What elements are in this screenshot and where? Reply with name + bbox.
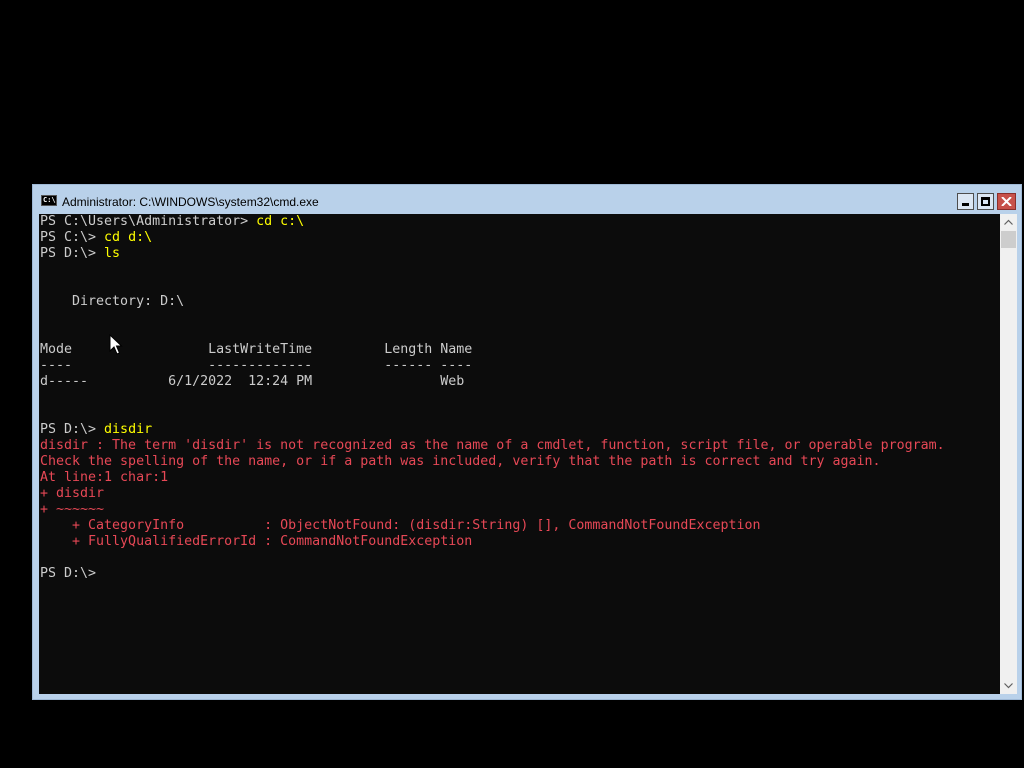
console-command: disdir [104,422,153,437]
console-command: cd c:\ [256,214,305,229]
console-output-line [40,278,945,294]
console-error-line: disdir : The term 'disdir' is not recogn… [40,438,945,453]
console-output-line [40,262,945,278]
console-prompt: PS C:\> [40,230,105,245]
maximize-button[interactable] [977,193,994,210]
window-title: Administrator: C:\WINDOWS\system32\cmd.e… [62,195,319,209]
console-prompt: PS D:\> [40,422,105,437]
scroll-thumb[interactable] [1001,231,1016,248]
console-output-line [40,550,945,566]
console-output-line [40,326,945,342]
vertical-scrollbar[interactable] [1000,214,1017,694]
scroll-down-arrow-icon [1004,683,1013,689]
console-input-line: PS D:\> [40,566,945,582]
console-window[interactable]: C:\ Administrator: C:\WINDOWS\system32\c… [32,184,1022,700]
console-command: cd d:\ [104,230,153,245]
desktop: C:\ Administrator: C:\WINDOWS\system32\c… [0,0,1024,768]
scroll-down-button[interactable] [1000,677,1017,694]
mouse-pointer-icon [109,334,123,355]
console-output-line [40,390,945,406]
scroll-up-button[interactable] [1000,214,1017,231]
console-output-line: Directory: D:\ [40,294,185,309]
title-bar[interactable]: C:\ Administrator: C:\WINDOWS\system32\c… [33,185,1021,214]
console-input-line: PS C:\Users\Administrator> cd c:\ [40,214,945,230]
console-output-line [40,310,945,326]
console-prompt: PS D:\> [40,246,105,261]
console-output-line [40,406,945,422]
close-button[interactable] [997,193,1016,210]
console-prompt: PS D:\> [40,566,105,581]
console-app-icon[interactable]: C:\ [41,195,57,206]
minimize-button[interactable] [957,193,974,210]
console-error-line: At line:1 char:1 [40,470,169,485]
console-error-line: + FullyQualifiedErrorId : CommandNotFoun… [40,534,473,549]
console-output[interactable]: PS C:\Users\Administrator> cd c:\ PS C:\>… [39,214,1000,694]
console-output-line: Mode LastWriteTime Length Name [40,342,473,357]
console-error-line: + CategoryInfo : ObjectNotFound: (disdir… [40,518,761,533]
close-icon [1001,197,1012,206]
console-error-line: + ~~~~~~ [40,502,105,517]
console-output-line: d----- 6/1/2022 12:24 PM Web [40,374,465,389]
console-error-line: + disdir [40,486,105,501]
console-output-line: ---- ------------- ------ ---- [40,358,473,373]
console-input-line: PS C:\> cd d:\ [40,230,945,246]
console-lines: PS C:\Users\Administrator> cd c:\ PS C:\>… [40,214,945,582]
console-command: ls [104,246,121,261]
console-input-line: PS D:\> ls [40,246,945,262]
console-prompt: PS C:\Users\Administrator> [40,214,257,229]
console-error-line: Check the spelling of the name, or if a … [40,454,881,469]
console-input-line: PS D:\> disdir [40,422,945,438]
scroll-up-arrow-icon [1004,219,1013,225]
